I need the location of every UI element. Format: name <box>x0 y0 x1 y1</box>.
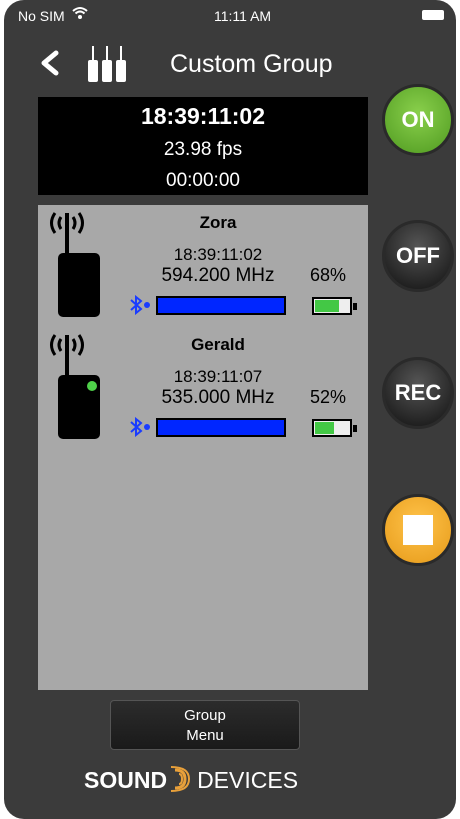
off-button[interactable]: OFF <box>382 220 454 292</box>
chevron-left-icon <box>41 50 59 76</box>
device-frequency: 594.200 MHz <box>161 265 275 286</box>
rec-button[interactable]: REC <box>382 357 454 429</box>
status-bar: No SIM 11:11 AM <box>14 6 444 26</box>
audio-level-meter <box>156 418 286 437</box>
timecode-main: 18:39:11:02 <box>140 103 266 129</box>
bluetooth-icon <box>128 416 152 442</box>
device-frequency: 535.000 MHz <box>161 387 275 408</box>
battery-indicator <box>312 297 357 315</box>
device-timecode: 18:39:11:07 <box>173 367 263 386</box>
app-screen: No SIM 11:11 AM Custom Group 18:39:11:02… <box>4 0 456 819</box>
battery-indicator <box>312 419 357 437</box>
battery-percent: 68% <box>310 265 347 285</box>
device-name: Gerald <box>191 335 245 354</box>
rec-button-label: REC <box>394 380 442 405</box>
device-row[interactable]: Gerald 18:39:11:07 535.000 MHz 52% <box>38 327 368 445</box>
on-button-label: ON <box>401 107 435 132</box>
page-title: Custom Group <box>170 50 333 78</box>
back-button[interactable] <box>38 50 68 80</box>
transmitter-icon <box>46 329 102 446</box>
audio-level-meter <box>156 296 286 315</box>
sound-devices-logo: SOUND DEVICES <box>84 766 298 798</box>
battery-icon <box>422 10 444 20</box>
transmitter-icon <box>46 207 102 324</box>
transmitters-icon <box>86 44 130 87</box>
bluetooth-icon <box>128 294 152 320</box>
battery-fill <box>315 300 340 312</box>
stop-button[interactable] <box>382 494 454 566</box>
wifi-icon <box>72 6 88 23</box>
battery-fill <box>315 422 334 434</box>
logo-right-text: DEVICES <box>197 767 299 794</box>
timecode-display: 18:39:11:02 23.98 fps 00:00:00 <box>38 97 368 195</box>
device-row[interactable]: Zora 18:39:11:02 594.200 MHz 68% <box>38 205 368 323</box>
carrier-label: No SIM <box>18 8 65 24</box>
frame-rate: 23.98 fps <box>163 139 243 160</box>
logo-left-text: SOUND <box>84 767 168 794</box>
device-timecode: 18:39:11:02 <box>173 245 263 264</box>
device-name: Zora <box>199 213 237 232</box>
on-button[interactable]: ON <box>382 84 454 156</box>
device-list: Zora 18:39:11:02 594.200 MHz 68% Gerald … <box>38 205 368 690</box>
stop-icon <box>403 515 433 545</box>
group-menu-label-line1: Group <box>184 707 226 724</box>
battery-percent: 52% <box>310 387 347 407</box>
off-button-label: OFF <box>396 243 440 268</box>
group-menu-label-line2: Menu <box>186 727 224 744</box>
status-time: 11:11 AM <box>214 8 272 24</box>
logo-mark-icon <box>169 766 195 798</box>
group-menu-button[interactable]: Group Menu <box>110 700 300 750</box>
timecode-secondary: 00:00:00 <box>166 170 240 191</box>
